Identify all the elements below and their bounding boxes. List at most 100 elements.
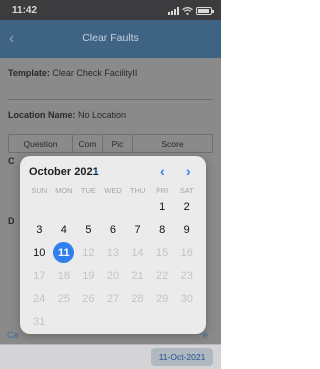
weekday-label: TUE (80, 186, 96, 195)
calendar-day: 16 (174, 241, 199, 264)
partial-row-label: D (8, 216, 15, 226)
weekday-label: WED (104, 186, 122, 195)
day-number: 7 (134, 223, 141, 236)
calendar-day[interactable]: 4 (52, 218, 77, 241)
empty-day-cell (101, 195, 126, 218)
weekday-label: MON (55, 186, 73, 195)
calendar-day: 25 (52, 287, 77, 310)
calendar-day: 26 (76, 287, 101, 310)
day-number: 2 (183, 200, 190, 213)
day-number: 1 (159, 200, 166, 213)
location-label: Location Name: (8, 110, 76, 120)
weekday-label: FRI (156, 186, 169, 195)
calendar-day: 23 (174, 264, 199, 287)
day-number: 4 (60, 223, 67, 236)
empty-day-cell (52, 195, 77, 218)
calendar-day: 12 (76, 241, 101, 264)
day-number: 14 (131, 246, 144, 259)
day-number: 22 (156, 269, 169, 282)
day-number: 15 (156, 246, 169, 259)
calendar-day: 28 (125, 287, 150, 310)
calendar-day: 13 (101, 241, 126, 264)
calendar-day[interactable]: 9 (174, 218, 199, 241)
weekday-label: THU (129, 186, 146, 195)
next-month-icon[interactable]: › (186, 163, 191, 179)
weekday-header: SUN MON TUE WED THU FRI SAT (27, 186, 199, 195)
empty-day-cell (174, 310, 199, 333)
day-number: 13 (106, 246, 120, 259)
day-number: 11 (53, 242, 75, 263)
day-number: 5 (85, 223, 92, 236)
battery-icon (196, 7, 214, 15)
calendar-day[interactable]: 1 (150, 195, 175, 218)
empty-day-cell (52, 310, 77, 333)
day-number: 25 (57, 292, 70, 305)
month-picker-chevron-icon[interactable]: › (94, 164, 98, 178)
day-number: 19 (82, 269, 95, 282)
calendar-day: 27 (101, 287, 126, 310)
calendar-day: 19 (76, 264, 101, 287)
calendar-day-grid: 1 2 3 4 5 6 7 8 9 10 11 12 13 14 15 16 17 18 19 20 21 22 23 24 2… (27, 195, 199, 333)
day-number: 9 (183, 223, 190, 236)
day-number: 27 (106, 292, 120, 305)
location-row: Location Name: No Location (8, 110, 221, 120)
selected-date-button[interactable]: 11-Oct-2021 (151, 348, 213, 366)
column-header-score: Score (161, 138, 184, 149)
month-year-label[interactable]: October 2021 (29, 166, 99, 178)
calendar-day: 14 (125, 241, 150, 264)
calendar-day[interactable]: 8 (150, 218, 175, 241)
day-number: 31 (33, 315, 46, 328)
calendar-day: 22 (150, 264, 175, 287)
day-number: 23 (180, 269, 193, 282)
day-number: 12 (82, 246, 95, 259)
calendar-day-selected[interactable]: 11 (52, 241, 77, 264)
calendar-day: 15 (150, 241, 175, 264)
empty-day-cell (76, 310, 101, 333)
empty-day-cell (27, 195, 52, 218)
column-header-picture: Pic (103, 135, 133, 152)
empty-day-cell (76, 195, 101, 218)
status-icons (168, 6, 214, 15)
calendar-day[interactable]: 7 (125, 218, 150, 241)
calendar-day: 30 (174, 287, 199, 310)
column-header-question: Question (9, 135, 73, 152)
day-number: 20 (106, 269, 120, 282)
day-number: 24 (33, 292, 46, 305)
day-number: 26 (82, 292, 95, 305)
column-header-comment: Com (73, 135, 103, 152)
calendar-day: 24 (27, 287, 52, 310)
status-bar: 11:42 (0, 0, 221, 20)
empty-day-cell (150, 310, 175, 333)
app-screen: 11:42 ‹ Clear Faults Template: Clear Che… (0, 0, 221, 369)
divider (8, 99, 213, 100)
calendar-day[interactable]: 3 (27, 218, 52, 241)
day-number: 10 (33, 246, 46, 259)
partial-row-label: C (8, 156, 15, 166)
wifi-icon (182, 7, 193, 15)
location-value: No Location (78, 110, 127, 120)
day-number: 3 (36, 223, 43, 236)
calendar-day: 29 (150, 287, 175, 310)
calendar-day: 20 (101, 264, 126, 287)
cancel-button[interactable]: Ca (7, 330, 19, 340)
bottom-toolbar: 11-Oct-2021 (0, 344, 221, 369)
calendar-day: 21 (125, 264, 150, 287)
calendar-day[interactable]: 10 (27, 241, 52, 264)
calendar-day: 31 (27, 310, 52, 333)
date-picker-popover: October 2021 › ‹ › SUN MON TUE WED THU FRI SAT… (20, 156, 206, 334)
empty-day-cell (125, 195, 150, 218)
page-title: Clear Faults (82, 32, 139, 44)
done-button[interactable]: e (203, 330, 208, 340)
calendar-day[interactable]: 2 (174, 195, 199, 218)
calendar-day[interactable]: 5 (76, 218, 101, 241)
empty-day-cell (125, 310, 150, 333)
day-number: 18 (57, 269, 70, 282)
calendar-day: 17 (27, 264, 52, 287)
calendar-day: 18 (52, 264, 77, 287)
template-label: Template: (8, 68, 50, 78)
previous-month-icon[interactable]: ‹ (160, 163, 165, 179)
questions-table-header: Question Com Pic Score (8, 134, 213, 153)
calendar-day[interactable]: 6 (101, 218, 126, 241)
weekday-label: SUN (31, 186, 48, 195)
day-number: 17 (33, 269, 46, 282)
